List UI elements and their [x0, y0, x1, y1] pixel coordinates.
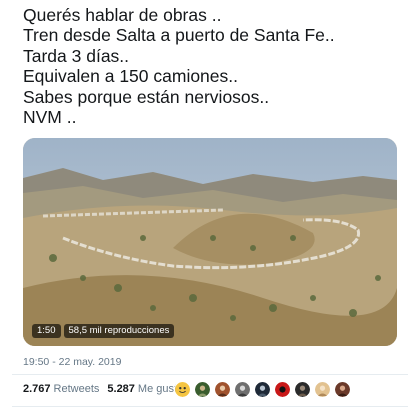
- tweet-timestamp[interactable]: 19:50 - 22 may. 2019: [23, 356, 121, 368]
- liker-avatar[interactable]: [254, 381, 271, 398]
- likes-stat[interactable]: 5.287 Me gusta: [107, 383, 183, 395]
- liker-avatar[interactable]: [234, 381, 251, 398]
- tweet-line: Querés hablar de obras ..: [23, 5, 222, 25]
- likes-count: 5.287: [107, 383, 135, 395]
- liker-avatars: [174, 381, 351, 398]
- video-player[interactable]: 1:50 58,5 mil reproducciones: [23, 138, 397, 346]
- engagement-stats: 2.767 Retweets 5.287 Me gusta: [23, 383, 183, 395]
- tweet-line: NVM ..: [23, 107, 77, 128]
- video-duration: 1:50: [32, 324, 61, 338]
- liker-avatar[interactable]: [274, 381, 291, 398]
- liker-avatar[interactable]: [294, 381, 311, 398]
- divider: [12, 406, 408, 407]
- divider: [12, 374, 408, 375]
- retweets-stat[interactable]: 2.767 Retweets: [23, 383, 99, 395]
- liker-avatar[interactable]: [174, 381, 191, 398]
- liker-avatar[interactable]: [334, 381, 351, 398]
- liker-avatar[interactable]: [214, 381, 231, 398]
- tweet-text: Querés hablar de obras .. Tren desde Sal…: [23, 5, 413, 127]
- retweets-label: Retweets: [53, 383, 100, 395]
- tweet-line: Equivalen a 150 camiones..: [23, 66, 238, 87]
- tweet-line: Tarda 3 días..: [23, 45, 130, 66]
- video-thumbnail: [23, 138, 397, 346]
- retweets-count: 2.767: [23, 383, 51, 395]
- liker-avatar[interactable]: [194, 381, 211, 398]
- tweet-line: Tren desde Salta a puerto de Santa Fe..: [23, 25, 335, 46]
- video-view-count: 58,5 mil reproducciones: [63, 324, 175, 338]
- tweet-line: Sabes porque están nerviosos..: [23, 86, 270, 107]
- liker-avatar[interactable]: [314, 381, 331, 398]
